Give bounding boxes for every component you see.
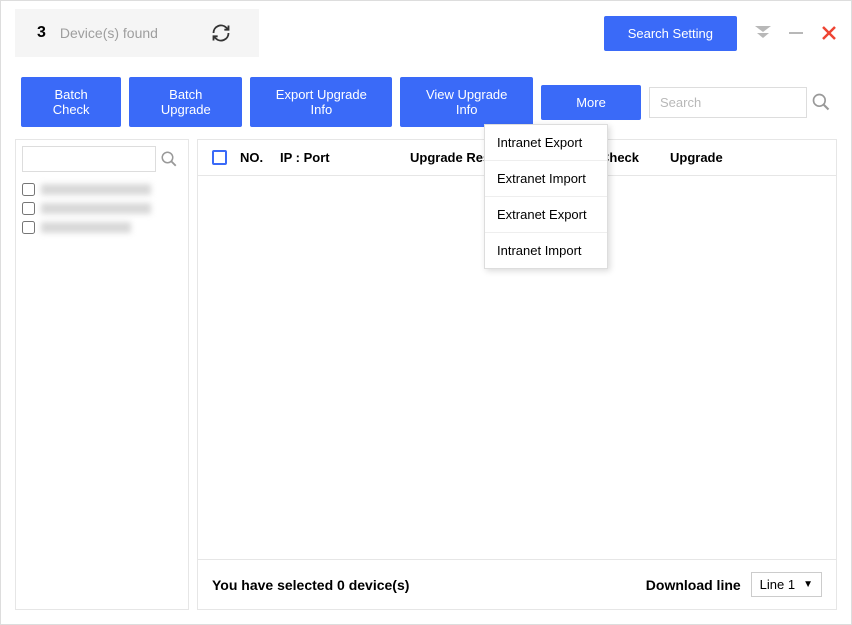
close-icon xyxy=(821,25,837,41)
view-upgrade-info-button[interactable]: View Upgrade Info xyxy=(400,77,533,127)
tree-item[interactable] xyxy=(22,202,182,215)
device-count: 3 xyxy=(37,24,46,42)
sidebar xyxy=(15,139,189,610)
search-icon xyxy=(811,92,831,112)
refresh-icon xyxy=(211,23,231,43)
refresh-button[interactable] xyxy=(211,23,231,43)
minimize-button[interactable] xyxy=(789,26,803,40)
column-no: NO. xyxy=(240,150,280,165)
dropdown-item-extranet-export[interactable]: Extranet Export xyxy=(485,197,607,233)
batch-upgrade-button[interactable]: Batch Upgrade xyxy=(129,77,242,127)
filter-button[interactable] xyxy=(755,26,771,40)
close-button[interactable] xyxy=(821,25,837,41)
main-area: NO. IP : Port Upgrade Resu Check Upgrade… xyxy=(1,139,851,624)
selected-count-text: You have selected 0 device(s) xyxy=(212,577,409,593)
download-line-value: Line 1 xyxy=(760,577,795,592)
dropdown-item-extranet-import[interactable]: Extranet Import xyxy=(485,161,607,197)
export-upgrade-info-button[interactable]: Export Upgrade Info xyxy=(250,77,392,127)
column-upgrade: Upgrade xyxy=(670,150,822,165)
column-ip-port: IP : Port xyxy=(280,150,410,165)
more-button[interactable]: More xyxy=(541,85,641,120)
footer: You have selected 0 device(s) Download l… xyxy=(198,559,836,609)
search-button[interactable] xyxy=(811,92,831,112)
topbar: 3 Device(s) found Search Setting xyxy=(1,1,851,65)
sidebar-search-input[interactable] xyxy=(22,146,156,172)
batch-check-button[interactable]: Batch Check xyxy=(21,77,121,127)
tree-checkbox[interactable] xyxy=(22,202,35,215)
tree-item[interactable] xyxy=(22,221,182,234)
tree-label xyxy=(41,184,151,195)
sidebar-search-button[interactable] xyxy=(160,150,178,168)
device-count-label: Device(s) found xyxy=(60,25,158,41)
search-box xyxy=(649,87,831,118)
select-all-checkbox[interactable] xyxy=(212,150,227,165)
tree-item[interactable] xyxy=(22,183,182,196)
column-check: Check xyxy=(600,150,670,165)
filter-icon xyxy=(755,26,771,40)
chevron-down-icon: ▼ xyxy=(803,579,813,590)
select-all-cell xyxy=(212,150,240,165)
dropdown-item-intranet-import[interactable]: Intranet Import xyxy=(485,233,607,268)
minimize-icon xyxy=(789,26,803,40)
search-input[interactable] xyxy=(649,87,807,118)
devices-found-box: 3 Device(s) found xyxy=(15,9,259,57)
tree-checkbox[interactable] xyxy=(22,221,35,234)
download-line-block: Download line Line 1 ▼ xyxy=(646,572,822,597)
search-icon xyxy=(160,150,178,168)
download-line-label: Download line xyxy=(646,577,741,593)
tree-checkbox[interactable] xyxy=(22,183,35,196)
more-dropdown: Intranet Export Extranet Import Extranet… xyxy=(484,124,608,269)
search-setting-button[interactable]: Search Setting xyxy=(604,16,737,51)
toolbar: Batch Check Batch Upgrade Export Upgrade… xyxy=(1,65,851,139)
download-line-select[interactable]: Line 1 ▼ xyxy=(751,572,822,597)
tree-label xyxy=(41,203,151,214)
tree-label xyxy=(41,222,131,233)
sidebar-search xyxy=(22,146,182,172)
dropdown-item-intranet-export[interactable]: Intranet Export xyxy=(485,125,607,161)
